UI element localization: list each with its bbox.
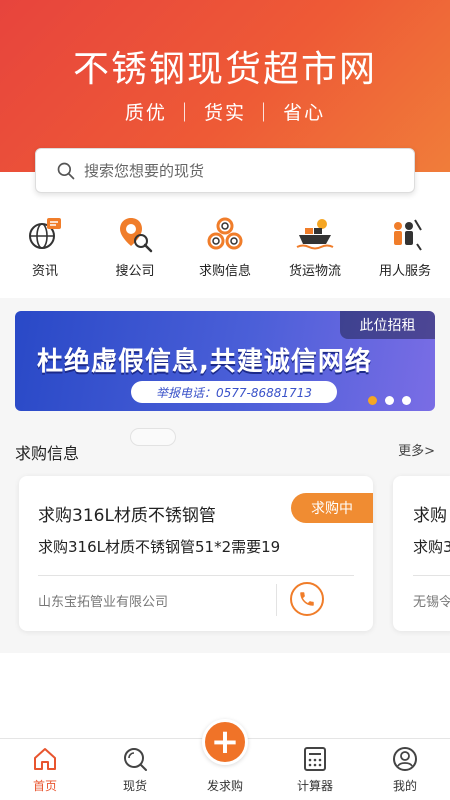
banner-headline: 杜绝虚假信息,共建诚信网络 — [37, 347, 372, 377]
news-globe-icon — [29, 218, 61, 249]
phone-icon — [300, 592, 314, 606]
carousel-dot[interactable] — [385, 396, 394, 405]
purchase-pipes-icon — [207, 217, 243, 250]
ad-space-tag: 此位招租 — [340, 311, 435, 339]
calculator-icon — [304, 747, 326, 771]
hero-header: 不锈钢现货超市网 质优 ｜ 货实 ｜ 省心 — [0, 0, 450, 172]
tab-stock[interactable]: 现货 — [90, 739, 180, 800]
status-badge: 求购中 — [291, 493, 373, 523]
card-title: 求购316L材质不锈钢管 — [38, 506, 216, 526]
tab-label: 首页 — [32, 779, 57, 793]
search-icon — [124, 748, 147, 771]
plus-icon[interactable]: + — [202, 719, 248, 765]
card-description: 求购316L材质不锈钢管51*2需要19 — [38, 538, 281, 556]
tab-label: 计算器 — [296, 779, 333, 793]
category-label: 求购信息 — [198, 264, 251, 279]
category-recruitment[interactable]: 用人服务 — [360, 214, 450, 284]
search-company-icon — [120, 218, 153, 253]
category-label: 搜公司 — [115, 264, 155, 279]
company-name: 山东宝拓管业有限公司 — [38, 595, 169, 610]
bottom-tab-bar: 首页 现货 + 发求购 计算器 我的 — [0, 719, 450, 800]
recruitment-icon — [394, 219, 422, 251]
call-button[interactable] — [290, 582, 324, 616]
tab-calculator[interactable]: 计算器 — [270, 739, 360, 800]
app-slogan: 质优 ｜ 货实 ｜ 省心 — [124, 102, 326, 124]
app-title: 不锈钢现货超市网 — [72, 49, 377, 90]
tab-label: 发求购 — [206, 779, 243, 793]
tab-home[interactable]: 首页 — [0, 739, 90, 800]
purchase-card[interactable]: 求购 求购3 无锡令 — [393, 476, 450, 631]
category-label: 用人服务 — [378, 264, 431, 279]
category-nav: 资讯 搜公司 求购信息 货运物流 用人服务 — [0, 214, 450, 284]
section-title: 求购信息 — [15, 444, 80, 463]
carousel-indicator — [368, 396, 411, 405]
cargo-ship-icon — [296, 219, 334, 250]
category-logistics[interactable]: 货运物流 — [270, 214, 360, 284]
carousel-dot[interactable] — [402, 396, 411, 405]
section-header: 求购信息 更多> — [15, 440, 435, 464]
report-phone: 举报电话：0577-86881713 — [131, 381, 337, 403]
company-name: 无锡令 — [413, 595, 450, 610]
search-input[interactable] — [84, 161, 384, 180]
tab-label: 我的 — [392, 779, 417, 793]
more-link[interactable]: 更多> — [398, 440, 435, 464]
carousel-dot[interactable] — [368, 396, 377, 405]
card-description: 求购3 — [413, 538, 450, 556]
user-icon — [393, 747, 417, 771]
category-news[interactable]: 资讯 — [0, 214, 90, 284]
divider — [413, 575, 450, 576]
category-label: 货运物流 — [288, 264, 341, 279]
divider — [276, 584, 277, 616]
search-icon — [57, 162, 75, 179]
category-purchase[interactable]: 求购信息 — [180, 214, 270, 284]
card-title: 求购 — [413, 506, 447, 526]
tab-post-purchase[interactable]: + 发求购 — [180, 719, 270, 800]
promo-banner[interactable]: 此位招租 杜绝虚假信息,共建诚信网络 举报电话：0577-86881713 — [15, 311, 435, 411]
category-label: 资讯 — [31, 264, 58, 279]
divider — [38, 575, 354, 576]
tab-profile[interactable]: 我的 — [360, 739, 450, 800]
search-bar[interactable] — [35, 148, 415, 193]
home-icon — [34, 748, 56, 770]
purchase-card[interactable]: 求购中 求购316L材质不锈钢管 求购316L材质不锈钢管51*2需要19 山东… — [19, 476, 373, 631]
category-search-company[interactable]: 搜公司 — [90, 214, 180, 284]
tab-label: 现货 — [122, 779, 147, 793]
